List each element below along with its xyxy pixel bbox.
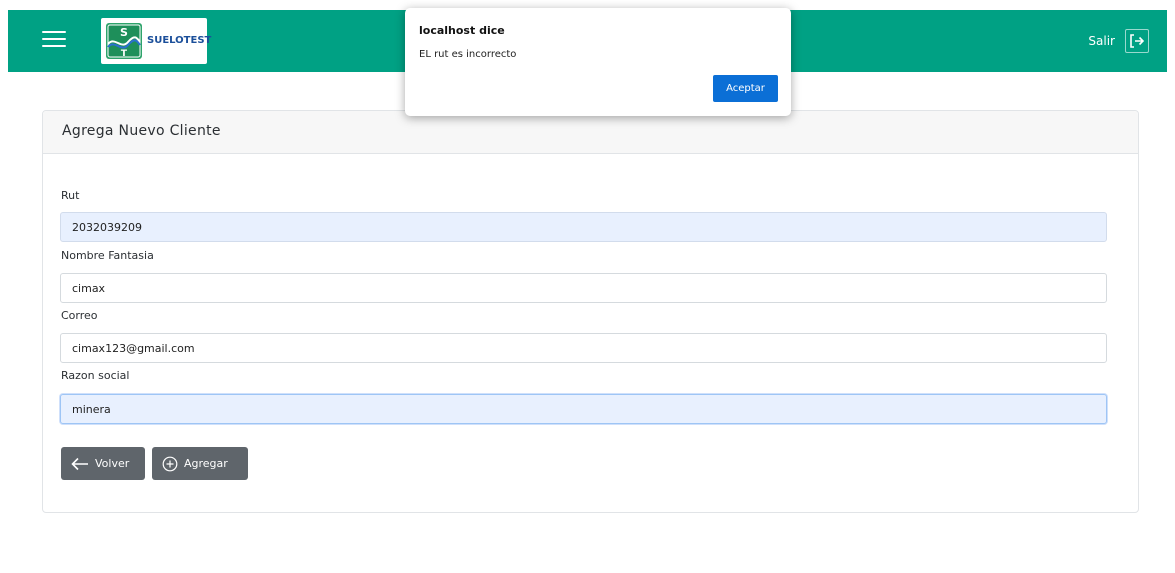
nombre-fantasia-input[interactable]: cimax bbox=[60, 273, 1107, 303]
dialog-title: localhost dice bbox=[419, 24, 505, 37]
correo-label: Correo bbox=[61, 309, 98, 322]
dialog-message: EL rut es incorrecto bbox=[419, 49, 517, 60]
page-title: Agrega Nuevo Cliente bbox=[62, 123, 221, 139]
arrow-left-icon bbox=[71, 457, 89, 471]
rut-input[interactable]: 2032039209 bbox=[60, 212, 1107, 242]
logo[interactable]: S T SUELOTEST bbox=[101, 18, 211, 64]
razon-social-label: Razon social bbox=[61, 369, 130, 382]
svg-text:T: T bbox=[121, 49, 128, 59]
logout-label: Salir bbox=[1088, 34, 1115, 48]
back-button[interactable]: Volver bbox=[61, 447, 145, 480]
svg-text:S: S bbox=[120, 26, 128, 39]
add-label: Agregar bbox=[184, 457, 228, 470]
card-header: Agrega Nuevo Cliente bbox=[43, 111, 1138, 154]
nombre-fantasia-label: Nombre Fantasia bbox=[61, 249, 154, 262]
rut-label: Rut bbox=[61, 189, 80, 202]
logout-arrow-icon bbox=[1125, 29, 1149, 53]
logout-button[interactable]: Salir bbox=[1088, 29, 1149, 53]
razon-social-input[interactable]: minera bbox=[60, 394, 1107, 424]
plus-circle-icon bbox=[162, 456, 178, 472]
hamburger-menu-icon[interactable] bbox=[42, 29, 66, 49]
back-label: Volver bbox=[95, 457, 130, 470]
add-button[interactable]: Agregar bbox=[152, 447, 248, 480]
logo-name: SUELOTEST bbox=[147, 35, 212, 46]
dialog-ok-button[interactable]: Aceptar bbox=[713, 75, 778, 102]
correo-input[interactable]: cimax123@gmail.com bbox=[60, 333, 1107, 363]
logo-mark-icon: S T bbox=[105, 22, 143, 60]
